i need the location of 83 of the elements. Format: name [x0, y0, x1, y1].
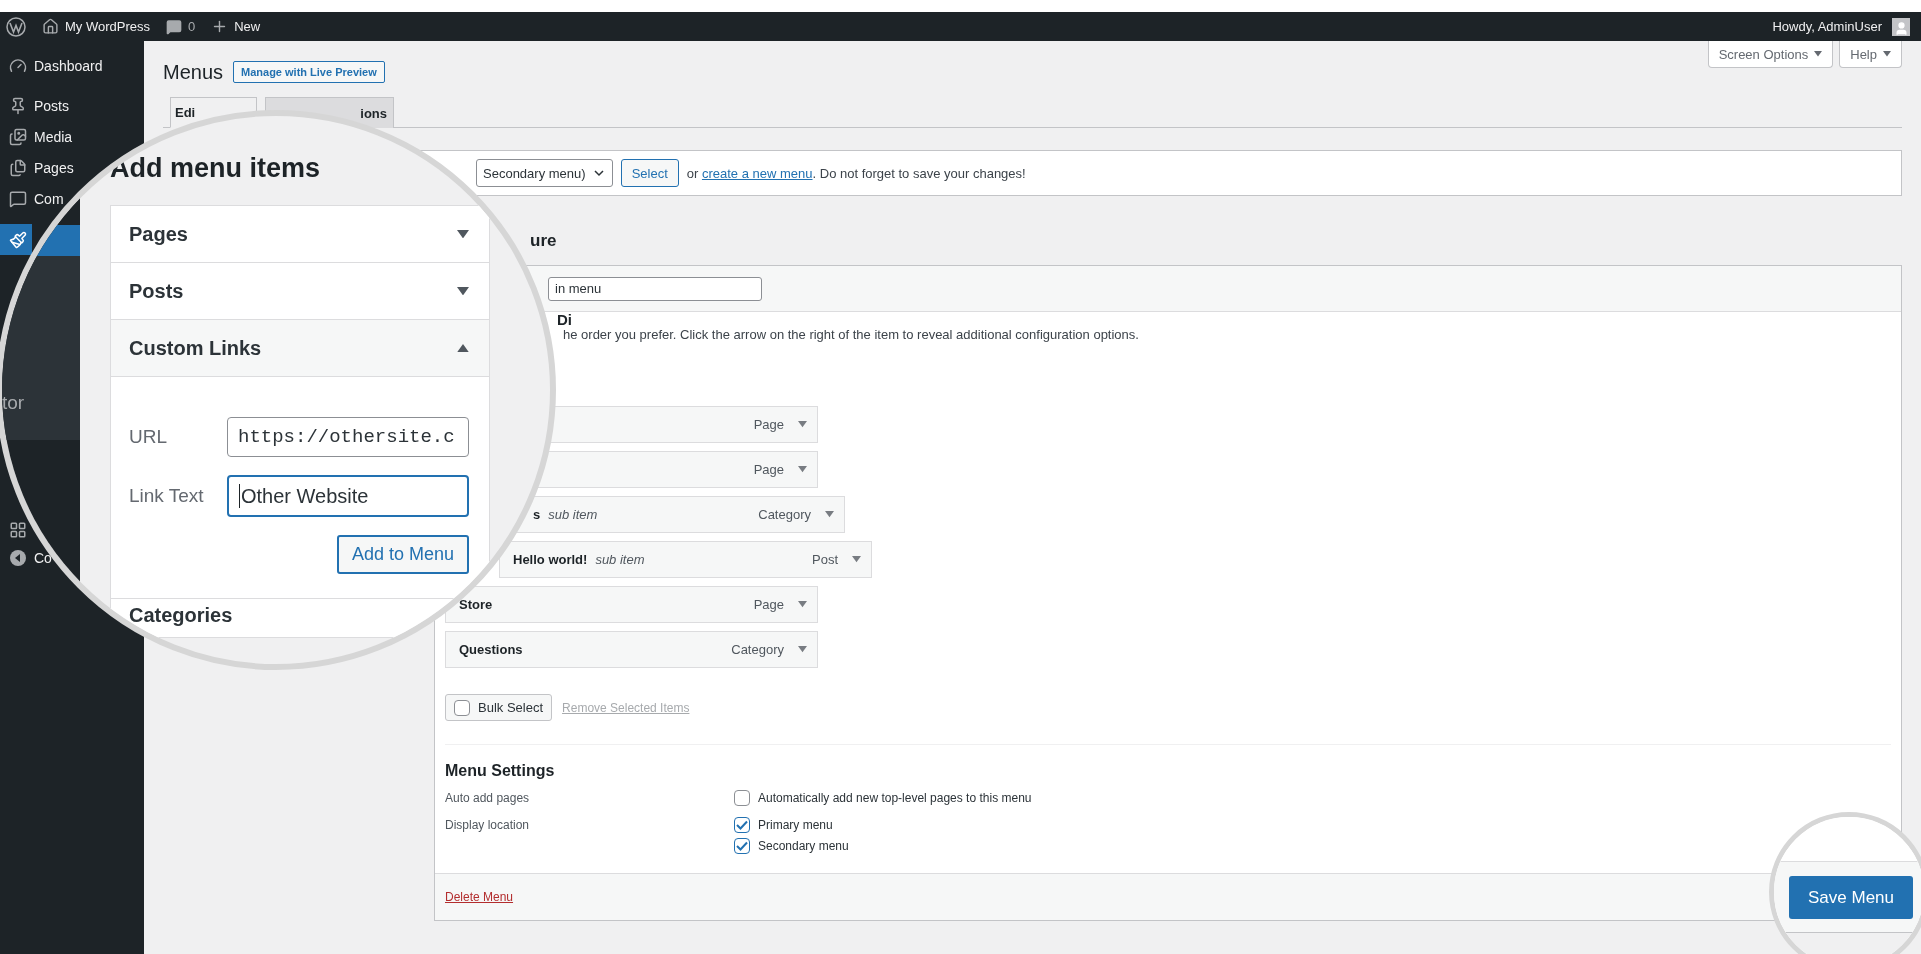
menu-name-field[interactable]: in menu — [548, 276, 762, 301]
images-icon — [8, 127, 28, 146]
menu-item-type: Page — [753, 597, 784, 612]
field-label: Link Text — [129, 485, 205, 507]
checkbox[interactable] — [734, 790, 750, 806]
section-heading: ure — [530, 231, 557, 251]
collapse-icon — [8, 549, 28, 567]
bulk-select-button[interactable]: Bulk Select — [445, 694, 553, 721]
greeting-link[interactable]: Howdy, AdminUser — [1772, 19, 1882, 34]
url-field[interactable]: https://othersite.c — [227, 417, 469, 457]
comment-icon — [166, 18, 182, 35]
caret-icon — [798, 421, 807, 428]
setting-label: Auto add pages — [445, 790, 531, 807]
grid-icon — [8, 521, 28, 539]
caret-icon — [457, 229, 469, 239]
menu-item-title: Questions — [459, 642, 523, 657]
caret-icon — [457, 286, 469, 296]
menu-item-type: Category — [731, 642, 784, 657]
wordpress-logo-icon[interactable] — [6, 16, 26, 37]
save-menu-button[interactable]: Save Menu — [1789, 876, 1913, 919]
caret-icon — [798, 601, 807, 608]
menu-item-note: sub item — [595, 552, 645, 567]
sidebar-label: Co — [34, 550, 52, 566]
comment-icon — [8, 189, 28, 208]
caret-icon — [1814, 51, 1823, 57]
home-icon — [42, 18, 59, 35]
avatar-icon[interactable] — [1892, 17, 1910, 36]
sidebar-fragment: tor — [2, 392, 25, 414]
caret-icon — [1883, 51, 1891, 57]
chevron-icon — [593, 169, 604, 177]
sidebar-label: Posts — [34, 97, 69, 114]
checkbox[interactable] — [734, 838, 750, 854]
screen-options-button[interactable]: Screen Options — [1707, 41, 1834, 68]
menu-item-type: Post — [812, 552, 838, 567]
field-label: URL — [129, 426, 168, 448]
menu-item-type: Page — [753, 462, 784, 477]
menu-item[interactable]: Questions Category — [445, 631, 818, 668]
pages-icon — [8, 158, 28, 177]
menu-item[interactable]: Hello world! sub item Post — [499, 541, 872, 578]
option-label: Primary menu — [758, 817, 833, 834]
sidebar-label: Media — [34, 128, 73, 145]
menu-item-title: Store — [459, 597, 493, 612]
select-button[interactable]: Select — [620, 159, 679, 187]
sidebar-item[interactable]: Dashboard — [0, 49, 107, 83]
instructions-text: he order you prefer. Click the arrow on the right of the item to reveal additional configuration options. — [562, 327, 1140, 343]
menu-item-type: Category — [758, 507, 811, 522]
checkbox[interactable] — [734, 817, 750, 833]
accordion-header[interactable]: Custom Links — [111, 320, 489, 377]
dashboard-icon — [8, 57, 28, 75]
delete-menu-link[interactable]: Delete Menu — [445, 890, 514, 904]
checkbox[interactable] — [454, 699, 470, 716]
sidebar-label: Com — [34, 190, 64, 207]
caret-icon — [798, 466, 807, 473]
menu-item-note: sub item — [548, 507, 598, 522]
setting-label: Display location — [445, 817, 531, 834]
menu-item-title: Hello world! — [513, 552, 588, 567]
accordion-header[interactable]: Categories — [129, 603, 233, 627]
create-menu-link[interactable]: create a new menu — [701, 165, 813, 181]
accordion-header[interactable]: Pages — [111, 206, 489, 263]
menu-item-type: Page — [753, 417, 784, 432]
caret-icon — [825, 511, 834, 518]
option-label: Secondary menu — [758, 838, 849, 855]
brush-icon — [8, 230, 28, 249]
caret-icon — [798, 646, 807, 653]
menu-item-title: s — [533, 507, 541, 522]
page-title: Menus — [163, 61, 224, 83]
link-text-field[interactable]: Other Website — [227, 475, 469, 517]
settings-heading: Menu Settings — [445, 761, 556, 781]
live-preview-button[interactable]: Manage with Live Preview — [233, 61, 385, 83]
new-link[interactable]: New — [234, 19, 261, 34]
sidebar-item[interactable] — [0, 224, 32, 255]
sidebar-label: Pages — [34, 159, 74, 176]
sidebar-label: Dashboard — [34, 58, 103, 74]
drag-heading: Di — [557, 312, 572, 327]
select-hint-text: or create a new menu. Do not forget to save your changes! — [686, 165, 1026, 181]
comment-count[interactable]: 0 — [188, 19, 196, 34]
menu-item[interactable]: Store Page — [445, 586, 818, 623]
help-button[interactable]: Help — [1839, 41, 1902, 68]
site-name-link[interactable]: My WordPress — [65, 19, 150, 34]
add-to-menu-button[interactable]: Add to Menu — [336, 535, 469, 574]
caret-icon — [852, 556, 861, 563]
option-label: Automatically add new top-level pages to this menu — [758, 790, 1032, 807]
caret-icon — [457, 343, 469, 353]
